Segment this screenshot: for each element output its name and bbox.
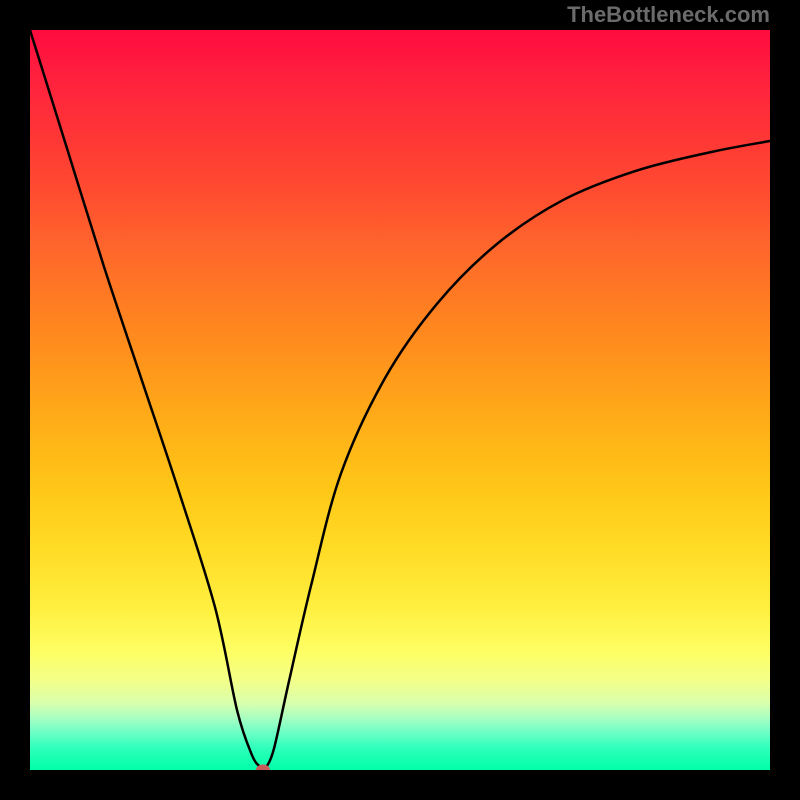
- plot-area: [30, 30, 770, 770]
- optimum-marker-icon: [256, 765, 270, 771]
- bottleneck-curve: [30, 30, 770, 770]
- watermark-text: TheBottleneck.com: [567, 2, 770, 28]
